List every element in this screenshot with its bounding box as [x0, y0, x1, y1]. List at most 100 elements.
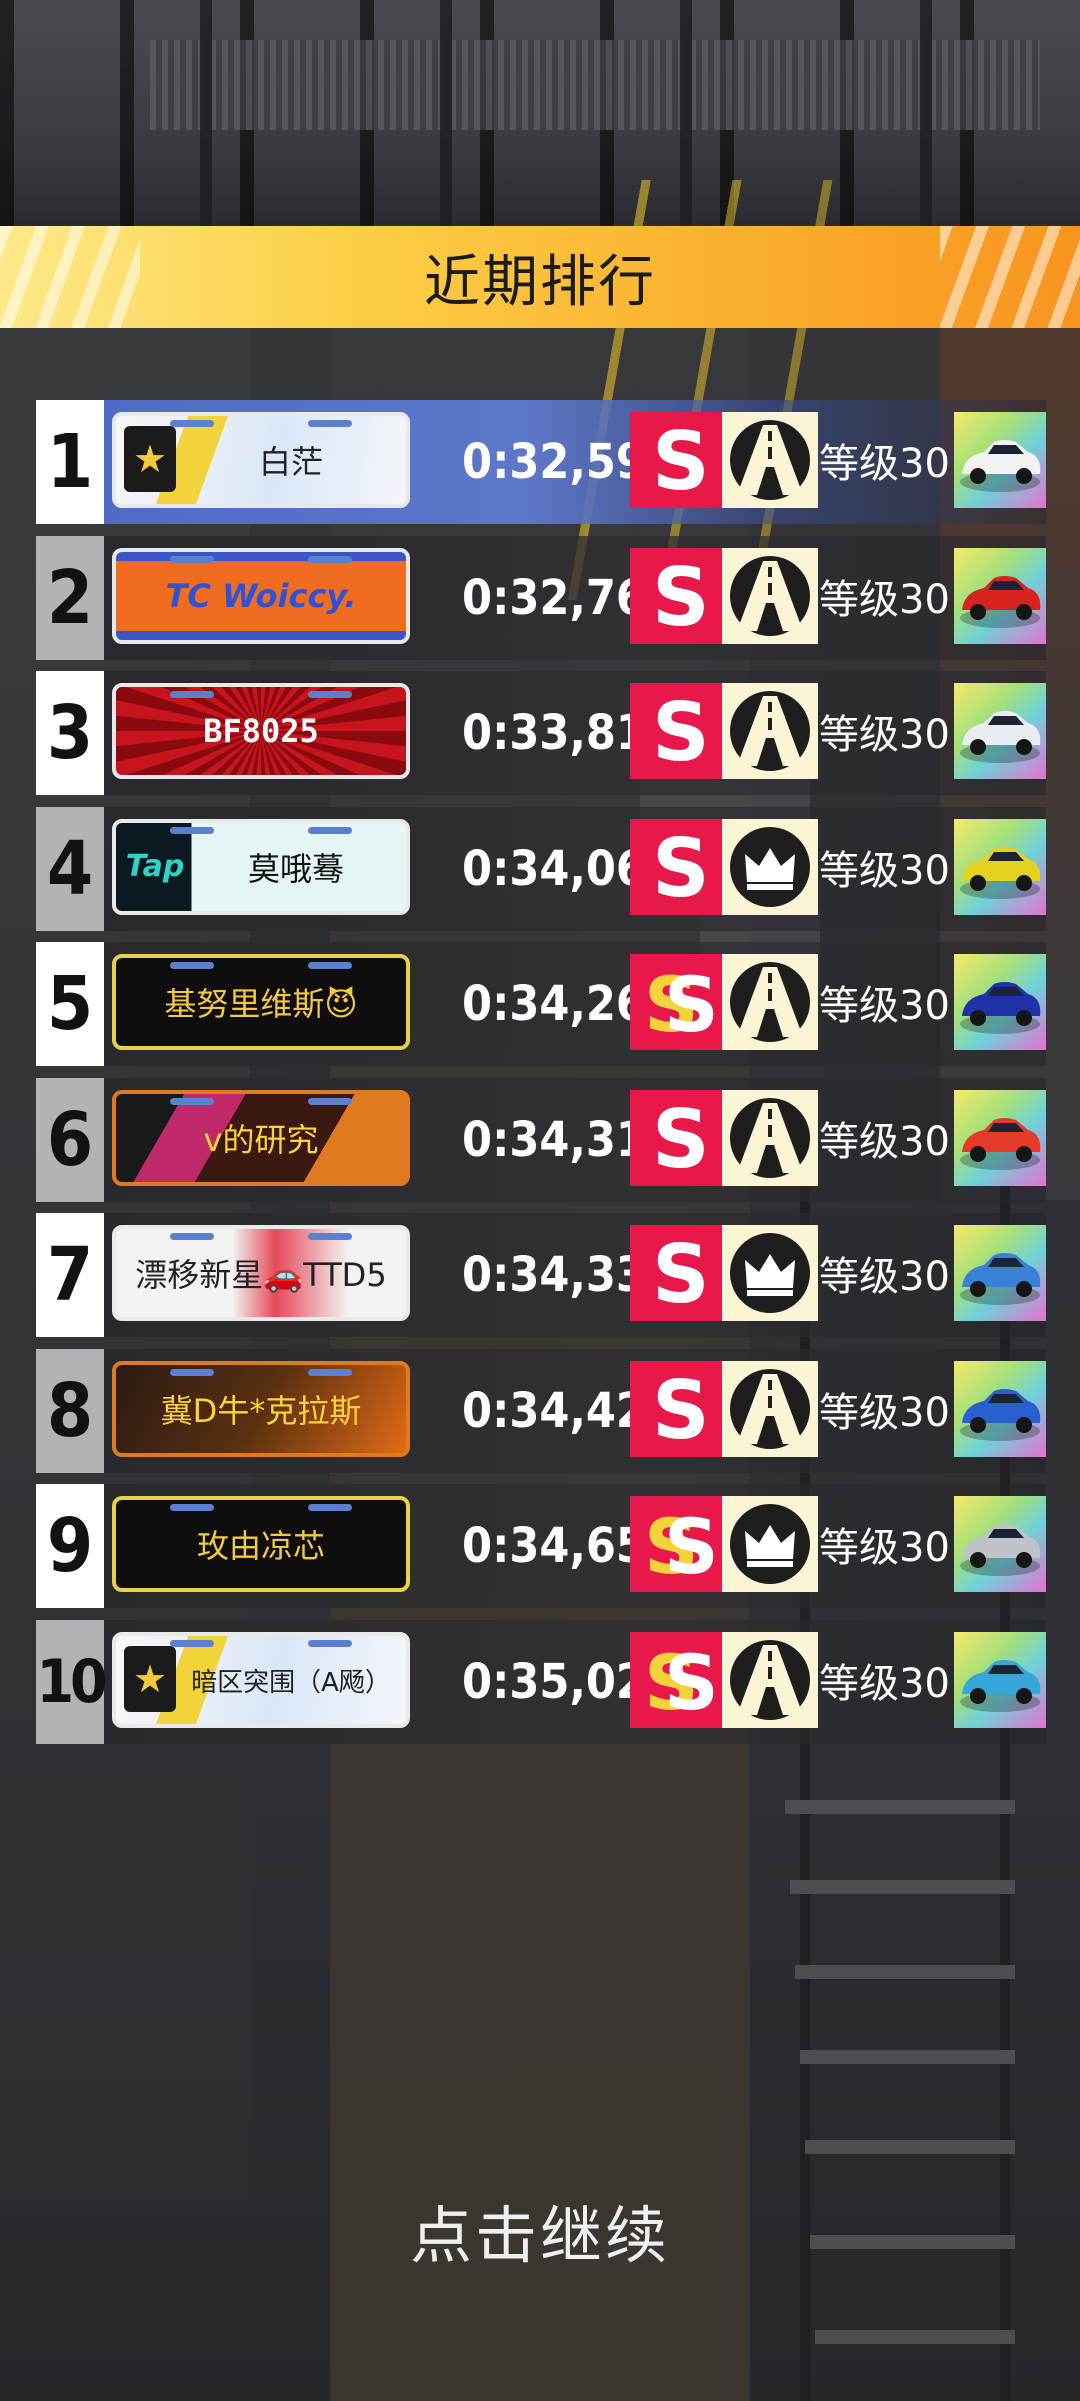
plate-hole [308, 1640, 352, 1647]
plate-hole [170, 827, 214, 834]
svg-text:S: S [652, 686, 710, 776]
leaderboard-row: 7 漂移新星🚗TTD5 0:34,33 S 等级30 [36, 1213, 1046, 1337]
player-nameplate[interactable]: v的研究 [112, 1090, 410, 1186]
plate-hole [308, 827, 352, 834]
rank-number: 4 [36, 807, 104, 931]
player-name: BF8025 [203, 712, 319, 750]
svg-text:S: S [652, 415, 710, 505]
player-nameplate[interactable]: Tap 莫哦蓦 [112, 819, 410, 915]
svg-text:S: S [652, 1093, 710, 1183]
rank-number: 8 [36, 1349, 104, 1473]
car-thumbnail[interactable] [954, 412, 1046, 508]
rank-number: 5 [36, 942, 104, 1066]
plate-hole [308, 1233, 352, 1240]
plate-hole [170, 1640, 214, 1647]
car-thumbnail[interactable] [954, 1361, 1046, 1457]
plate-hole [170, 1369, 214, 1376]
truss-post [440, 0, 452, 230]
grade-badge: SS [630, 1496, 722, 1592]
car-thumbnail[interactable] [954, 1090, 1046, 1186]
truss-post [200, 0, 212, 230]
rank-number: 7 [36, 1213, 104, 1337]
road-icon [722, 1090, 818, 1186]
leaderboard-row: 2 TC Woiccy. 0:32,76 S 等级30 [36, 536, 1046, 660]
player-nameplate[interactable]: 漂移新星🚗TTD5 [112, 1225, 410, 1321]
leaderboard-row: 6 v的研究 0:34,31 S 等级30 [36, 1078, 1046, 1202]
svg-text:S: S [664, 960, 716, 1047]
road-icon [722, 1632, 818, 1728]
rank-number: 6 [36, 1078, 104, 1202]
player-nameplate[interactable]: 基努里维斯😈 [112, 954, 410, 1050]
car-thumbnail[interactable] [954, 1225, 1046, 1321]
plate-hole [308, 962, 352, 969]
plate-hole [170, 1504, 214, 1511]
player-name: 漂移新星🚗TTD5 [135, 1256, 387, 1294]
plate-hole [308, 1504, 352, 1511]
player-nameplate[interactable]: TC Woiccy. [112, 548, 410, 644]
plate-hole [170, 962, 214, 969]
leaderboard-row: 5 基努里维斯😈 0:34,26 S S 等级30 [36, 942, 1046, 1066]
tap-logo-icon: Tap [125, 848, 185, 884]
player-name: 白茫 [258, 443, 323, 481]
plate-hole [170, 691, 214, 698]
plate-hole [308, 556, 352, 563]
tap-to-continue[interactable]: 点击继续 [0, 2185, 1080, 2275]
svg-text:S: S [664, 1638, 716, 1725]
road-icon [722, 1361, 818, 1457]
car-thumbnail[interactable] [954, 1632, 1046, 1728]
player-name: 莫哦蓦 [247, 850, 344, 888]
player-nameplate[interactable]: 冀D牛*克拉斯 [112, 1361, 410, 1457]
leaderboard-row: 8 冀D牛*克拉斯 0:34,42 S 等级30 [36, 1349, 1046, 1473]
page-title: 近期排行 [424, 249, 656, 315]
plate-hole [308, 1098, 352, 1105]
crown-icon [722, 1496, 818, 1592]
car-thumbnail[interactable] [954, 548, 1046, 644]
leaderboard-row: 4 Tap 莫哦蓦 0:34,06 S 等级30 [36, 807, 1046, 931]
svg-text:S: S [652, 1364, 710, 1454]
player-nameplate[interactable]: ★ 白茫 [112, 412, 410, 508]
grade-badge: S [630, 1090, 722, 1186]
leaderboard-row: 10 ★ 暗区突围（A飏） 0:35,02 S S 等级30 [36, 1620, 1046, 1744]
svg-text:S: S [652, 551, 710, 641]
grade-badge: S [630, 1225, 722, 1321]
svg-text:S: S [652, 1228, 710, 1318]
crown-icon [722, 1225, 818, 1321]
road-icon [722, 954, 818, 1050]
plate-hole [170, 1098, 214, 1105]
player-nameplate[interactable]: 玫由凉芯 [112, 1496, 410, 1592]
rank-number: 3 [36, 671, 104, 795]
player-name: 玫由凉芯 [196, 1527, 325, 1565]
bridge-beam [150, 40, 1040, 130]
grade-badge: S [630, 412, 722, 508]
star-badge-icon: ★ [124, 1646, 176, 1712]
grade-badge: SS [630, 954, 722, 1050]
rail-sleeper [795, 1965, 1015, 1979]
car-thumbnail[interactable] [954, 954, 1046, 1050]
rank-number: 1 [36, 400, 104, 524]
grade-badge: S [630, 683, 722, 779]
road-icon [722, 548, 818, 644]
leaderboard-row: 9 玫由凉芯 0:34,65 S S 等级30 [36, 1484, 1046, 1608]
grade-badge: S [630, 548, 722, 644]
plate-hole [170, 420, 214, 427]
rank-number: 2 [36, 536, 104, 660]
player-name: 冀D牛*克拉斯 [160, 1392, 362, 1430]
grade-badge: S [630, 1361, 722, 1457]
rank-number: 9 [36, 1484, 104, 1608]
car-thumbnail[interactable] [954, 1496, 1046, 1592]
rank-number: 10 [36, 1620, 108, 1744]
player-nameplate[interactable]: BF8025 [112, 683, 410, 779]
plate-hole [308, 691, 352, 698]
plate-hole [170, 556, 214, 563]
player-nameplate[interactable]: ★ 暗区突围（A飏） [112, 1632, 410, 1728]
crown-icon [722, 819, 818, 915]
car-thumbnail[interactable] [954, 819, 1046, 915]
car-thumbnail[interactable] [954, 683, 1046, 779]
player-name: TC Woiccy. [165, 577, 357, 615]
plate-hole [308, 1369, 352, 1376]
rail-sleeper [785, 1800, 1015, 1814]
road-icon [722, 683, 818, 779]
grade-badge: S [630, 819, 722, 915]
star-badge-icon: ★ [124, 426, 176, 492]
player-name: 暗区突围（A飏） [191, 1667, 391, 1698]
